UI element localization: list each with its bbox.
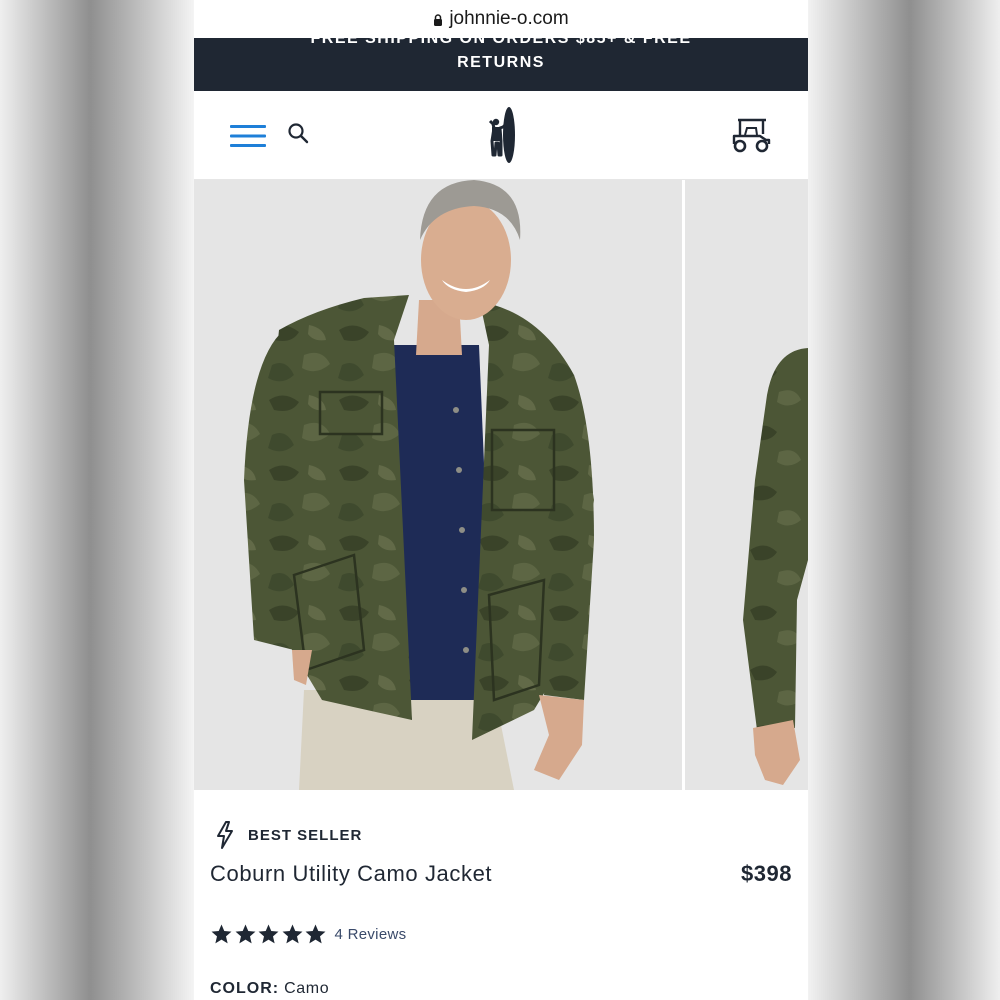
promo-banner[interactable]: FREE SHIPPING ON ORDERS $85+ & FREE RETU… — [194, 38, 808, 91]
jacket-model-illustration — [244, 180, 594, 790]
star-icon — [258, 924, 279, 944]
star-icon — [282, 924, 302, 944]
color-value: Camo — [284, 980, 330, 997]
product-title: Coburn Utility Camo Jacket — [210, 861, 493, 886]
jacket-back-illustration — [743, 348, 808, 785]
star-icon — [305, 924, 326, 944]
promo-text-line-1: FREE SHIPPING ON ORDERS $85+ & FREE — [310, 38, 692, 47]
rating-stars[interactable]: 4 Reviews — [210, 923, 406, 946]
lightning-bolt-icon — [217, 821, 233, 849]
star-icon — [211, 924, 232, 944]
browser-address-bar[interactable]: johnnie-o.com — [194, 0, 808, 38]
phone-screen: johnnie-o.com FREE SHIPPING ON ORDERS $8… — [194, 0, 808, 1000]
golf-cart-icon[interactable] — [730, 116, 772, 154]
product-info: BEST SELLER Coburn Utility Camo Jacket $… — [194, 790, 808, 1000]
product-image-carousel[interactable] — [194, 180, 808, 790]
star-icon — [235, 924, 255, 944]
product-image-next[interactable] — [685, 180, 808, 790]
color-selector-label: COLOR: Camo — [210, 980, 329, 998]
site-header — [194, 91, 808, 180]
hamburger-menu-icon[interactable] — [230, 124, 266, 148]
product-image-main[interactable] — [194, 180, 682, 790]
search-icon[interactable] — [287, 122, 309, 144]
promo-text-line-2: RETURNS — [457, 54, 545, 71]
product-price: $398 — [741, 861, 792, 886]
color-label: COLOR: — [210, 980, 280, 997]
url-text: johnnie-o.com — [449, 8, 569, 29]
lock-icon — [434, 14, 443, 26]
reviews-link[interactable]: 4 Reviews — [335, 926, 407, 943]
best-seller-badge: BEST SELLER — [214, 820, 362, 850]
surfer-logo[interactable] — [484, 105, 518, 165]
badge-label: BEST SELLER — [248, 826, 363, 844]
